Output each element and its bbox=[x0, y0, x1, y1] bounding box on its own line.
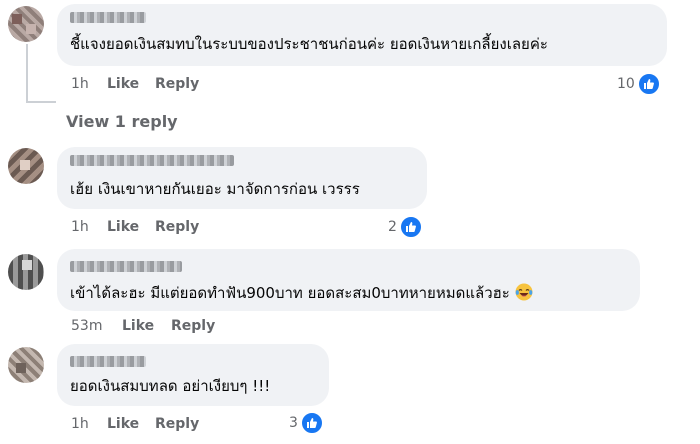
commenter-name[interactable] bbox=[70, 12, 146, 23]
like-reaction-icon bbox=[299, 411, 324, 435]
thread-line bbox=[26, 101, 56, 103]
comment-bubble: ชี้แจงยอดเงินสมทบในระบบของประชาชนก่อนค่ะ… bbox=[57, 4, 667, 66]
reaction-summary[interactable]: 10 bbox=[617, 72, 661, 96]
avatar[interactable] bbox=[8, 347, 44, 383]
reaction-count: 3 bbox=[289, 415, 298, 431]
comment-text: ยอดเงินสมบทลด อย่าเงียบๆ !!! bbox=[70, 377, 271, 395]
comment-text: เข้าได้ละฮะ มีแต่ยอดทำฟัน900บาท ยอดสะสม0… bbox=[70, 283, 533, 303]
view-replies-link[interactable]: View 1 reply bbox=[66, 112, 178, 131]
comment-bubble: เฮ้ย เงินเขาหายกันเยอะ มาจัดการก่อน เวรร… bbox=[57, 147, 427, 209]
comment-time[interactable]: 1h bbox=[71, 416, 89, 432]
like-button[interactable]: Like bbox=[107, 416, 139, 432]
like-button[interactable]: Like bbox=[107, 76, 139, 92]
reply-button[interactable]: Reply bbox=[171, 318, 215, 334]
like-reaction-icon bbox=[398, 215, 423, 239]
laughing-tears-emoji bbox=[515, 283, 533, 301]
thread-line bbox=[26, 44, 28, 102]
comment-time[interactable]: 53m bbox=[71, 318, 102, 334]
reaction-count: 10 bbox=[617, 76, 635, 92]
like-reaction-icon bbox=[636, 72, 661, 96]
avatar[interactable] bbox=[8, 254, 44, 290]
like-button[interactable]: Like bbox=[107, 219, 139, 235]
comment-bubble: ยอดเงินสมบทลด อย่าเงียบๆ !!! bbox=[57, 344, 329, 406]
comment-time[interactable]: 1h bbox=[71, 219, 89, 235]
like-button[interactable]: Like bbox=[122, 318, 154, 334]
reply-button[interactable]: Reply bbox=[155, 76, 199, 92]
commenter-name[interactable] bbox=[70, 356, 146, 367]
reaction-count: 2 bbox=[388, 219, 397, 235]
comment-text: เฮ้ย เงินเขาหายกันเยอะ มาจัดการก่อน เวรร… bbox=[70, 180, 360, 198]
comment-text-body: เข้าได้ละฮะ มีแต่ยอดทำฟัน900บาท ยอดสะสม0… bbox=[70, 284, 510, 302]
comment-bubble: เข้าได้ละฮะ มีแต่ยอดทำฟัน900บาท ยอดสะสม0… bbox=[57, 249, 640, 311]
avatar[interactable] bbox=[8, 6, 44, 42]
comment-text: ชี้แจงยอดเงินสมทบในระบบของประชาชนก่อนค่ะ… bbox=[70, 35, 548, 53]
commenter-name[interactable] bbox=[70, 261, 182, 272]
commenter-name[interactable] bbox=[70, 155, 234, 166]
reply-button[interactable]: Reply bbox=[155, 219, 199, 235]
comment-time[interactable]: 1h bbox=[71, 76, 89, 92]
reply-button[interactable]: Reply bbox=[155, 416, 199, 432]
reaction-summary[interactable]: 3 bbox=[289, 411, 324, 435]
reaction-summary[interactable]: 2 bbox=[388, 215, 423, 239]
avatar[interactable] bbox=[8, 148, 44, 184]
